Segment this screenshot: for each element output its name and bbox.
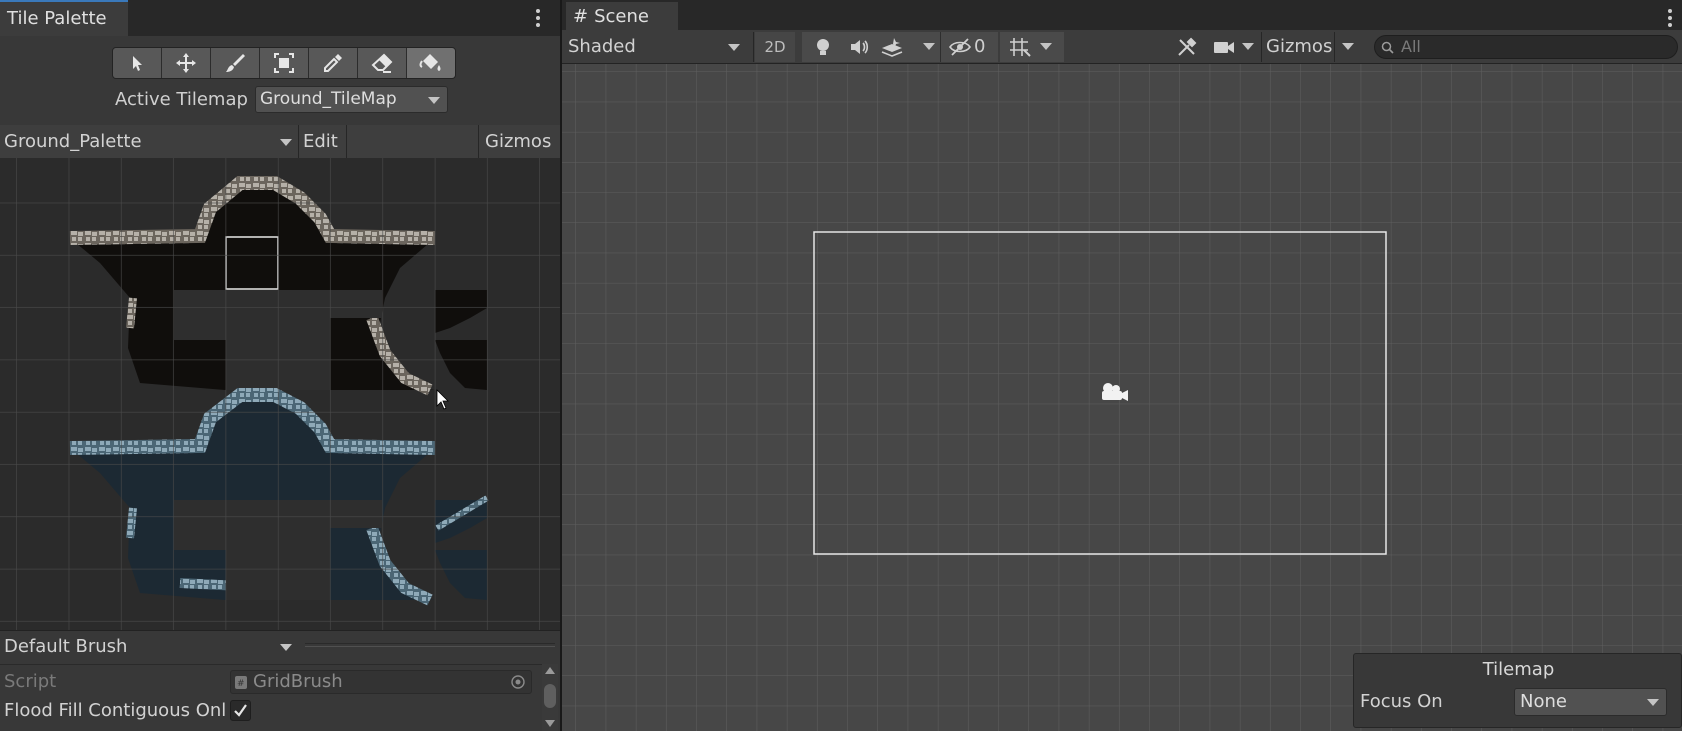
effects-toggle-icon[interactable] bbox=[880, 36, 904, 58]
toolbar-divider bbox=[346, 125, 347, 159]
2d-mode-toggle[interactable]: 2D bbox=[755, 32, 795, 62]
shading-mode-dropdown[interactable]: Shaded bbox=[568, 32, 746, 62]
brush-dropdown[interactable]: Default Brush bbox=[4, 633, 294, 661]
toolbar-divider bbox=[478, 125, 479, 159]
toolbar-divider bbox=[940, 32, 941, 62]
focus-on-value: None bbox=[1520, 691, 1567, 712]
script-label: Script bbox=[4, 671, 57, 692]
tab-scene-label: Scene bbox=[594, 6, 649, 27]
box-fill-tool-button[interactable] bbox=[260, 48, 309, 78]
hidden-objects-count: 0 bbox=[974, 36, 986, 57]
lighting-toggle-icon[interactable] bbox=[812, 36, 834, 58]
tab-tile-palette[interactable]: Tile Palette bbox=[0, 0, 128, 36]
active-tilemap-label: Active Tilemap bbox=[115, 89, 248, 110]
brush-icon bbox=[226, 54, 245, 72]
move-arrows-icon bbox=[176, 53, 196, 73]
eyedropper-icon bbox=[324, 54, 342, 72]
object-picker-icon[interactable] bbox=[511, 675, 525, 689]
eraser-icon bbox=[371, 53, 393, 73]
flood-fill-tool-button[interactable] bbox=[407, 48, 455, 78]
palette-canvas[interactable] bbox=[0, 158, 560, 630]
palette-dropdown[interactable]: Ground_Palette bbox=[4, 128, 294, 156]
shading-mode-value: Shaded bbox=[568, 36, 636, 57]
palette-tool-strip bbox=[112, 47, 456, 79]
brush-dropdown-value: Default Brush bbox=[4, 636, 128, 657]
checkmark-icon bbox=[234, 704, 247, 717]
arrow-pointer-icon bbox=[133, 56, 142, 71]
pick-tool-button[interactable] bbox=[309, 48, 358, 78]
chevron-down-icon bbox=[428, 97, 440, 104]
active-tilemap-dropdown[interactable]: Ground_TileMap bbox=[255, 86, 448, 113]
chevron-down-icon bbox=[280, 644, 292, 651]
active-tilemap-value: Ground_TileMap bbox=[260, 89, 397, 109]
toolbar-divider bbox=[298, 125, 299, 159]
select-tool-button[interactable] bbox=[113, 48, 162, 78]
gizmos-dropdown-icon[interactable] bbox=[1342, 43, 1354, 50]
chevron-down-icon bbox=[280, 139, 292, 146]
scene-gizmos-button[interactable]: Gizmos bbox=[1266, 32, 1332, 62]
chevron-down-icon bbox=[1647, 699, 1659, 706]
camera-dropdown-icon[interactable] bbox=[1242, 43, 1254, 50]
focus-on-label: Focus On bbox=[1360, 691, 1443, 712]
brush-divider bbox=[0, 630, 560, 631]
script-file-icon: # bbox=[235, 676, 247, 689]
scene-search-input[interactable]: All bbox=[1374, 35, 1678, 59]
scene-window: # Scene Shaded 2D 0 Gizmos All Tilemap F… bbox=[562, 0, 1682, 731]
scroll-up-icon[interactable] bbox=[545, 667, 555, 674]
toolbar-divider bbox=[753, 32, 754, 62]
camera-icon[interactable] bbox=[1212, 36, 1236, 58]
grid-snap-icon[interactable] bbox=[1008, 36, 1032, 58]
search-placeholder: All bbox=[1401, 37, 1421, 56]
palette-edit-button[interactable]: Edit bbox=[303, 128, 338, 156]
box-fill-icon bbox=[274, 53, 294, 73]
paint-tool-button[interactable] bbox=[211, 48, 260, 78]
scene-tabbar bbox=[562, 0, 1682, 32]
erase-tool-button[interactable] bbox=[358, 48, 407, 78]
scroll-thumb[interactable] bbox=[544, 684, 556, 708]
scene-hash-icon: # bbox=[573, 6, 589, 27]
flood-fill-label: Flood Fill Contiguous Onl bbox=[4, 700, 227, 721]
palette-tile-area[interactable] bbox=[0, 158, 560, 630]
chevron-down-icon bbox=[728, 44, 740, 51]
move-tool-button[interactable] bbox=[162, 48, 211, 78]
tilemap-overlay-title: Tilemap bbox=[1482, 659, 1555, 680]
inspector-scrollbar[interactable] bbox=[542, 664, 558, 731]
split-handle[interactable] bbox=[305, 643, 555, 647]
effects-dropdown-icon[interactable] bbox=[923, 43, 935, 50]
scroll-down-icon[interactable] bbox=[545, 720, 555, 727]
brush-divider bbox=[0, 664, 548, 665]
tab-scene[interactable]: # Scene bbox=[566, 2, 678, 32]
script-field: GridBrush # bbox=[230, 670, 532, 694]
palette-dropdown-value: Ground_Palette bbox=[4, 131, 142, 152]
svg-text:#: # bbox=[237, 679, 245, 689]
scene-canvas[interactable] bbox=[562, 64, 1682, 731]
tools-icon[interactable] bbox=[1176, 36, 1198, 58]
tilemap-overlay: Tilemap Focus On None bbox=[1353, 653, 1682, 728]
tile-palette-window: Tile Palette Active Tilemap Ground_TileM… bbox=[0, 0, 560, 731]
hidden-objects-icon[interactable] bbox=[948, 36, 972, 58]
grid-snap-dropdown-icon[interactable] bbox=[1040, 43, 1052, 50]
audio-toggle-icon[interactable] bbox=[848, 36, 870, 58]
script-field-value: GridBrush bbox=[253, 671, 343, 692]
tab-tile-palette-label: Tile Palette bbox=[7, 8, 107, 29]
scene-menu-icon[interactable] bbox=[1660, 6, 1680, 30]
search-icon bbox=[1381, 41, 1394, 54]
palette-gizmos-button[interactable]: Gizmos bbox=[485, 128, 551, 156]
paint-bucket-icon bbox=[419, 54, 441, 71]
scene-viewport[interactable] bbox=[562, 64, 1682, 731]
focus-on-dropdown[interactable]: None bbox=[1514, 688, 1667, 716]
flood-fill-checkbox[interactable] bbox=[230, 700, 251, 721]
tile-palette-menu-icon[interactable] bbox=[528, 6, 548, 30]
toolbar-divider bbox=[1261, 32, 1262, 62]
toolbar-divider bbox=[1334, 32, 1335, 62]
